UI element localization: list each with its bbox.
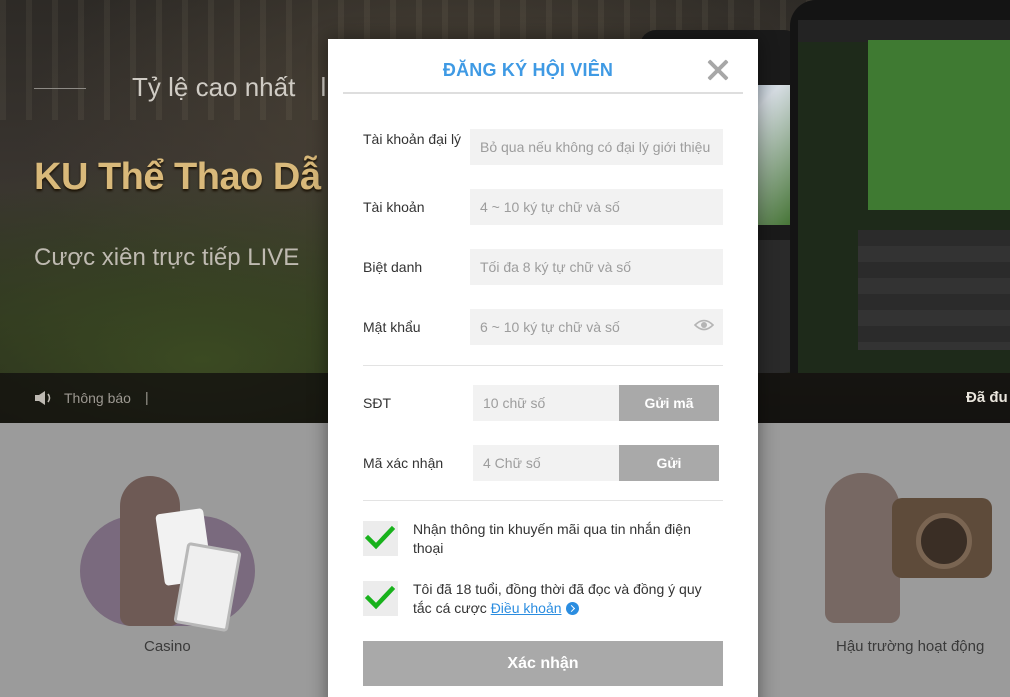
submit-button[interactable]: Xác nhận [363, 641, 723, 686]
hero-tagline-extra: l [320, 72, 327, 102]
code-label: Mã xác nhận [363, 455, 444, 471]
modal-title: ĐĂNG KÝ HỘI VIÊN [442, 60, 614, 80]
hero-tagline-text: Tỷ lệ cao nhất [132, 72, 296, 102]
account-label: Tài khoản [363, 199, 425, 215]
terms-checkbox[interactable] [363, 581, 398, 616]
nickname-input[interactable] [470, 249, 723, 285]
close-icon[interactable] [704, 57, 732, 85]
phone-mockup-front [790, 0, 1010, 373]
odds-rows [858, 230, 1010, 350]
category-label-backstage[interactable]: Hậu trường hoạt động [836, 638, 984, 655]
send-button[interactable]: Gửi [619, 445, 719, 481]
camera-lens [916, 513, 972, 569]
send-code-button[interactable]: Gửi mã [619, 385, 719, 421]
password-label: Mật khẩu [363, 319, 421, 335]
phone-header [798, 20, 1010, 42]
hero-divider [34, 88, 86, 89]
hero-subtitle: Cược xiên trực tiếp LIVE [34, 244, 300, 271]
section-divider [363, 500, 723, 501]
backstage-tile-art[interactable] [820, 468, 1000, 628]
title-divider [343, 92, 743, 94]
check-icon [365, 525, 395, 550]
terms-link[interactable]: Điều khoản [491, 600, 562, 616]
agent-input[interactable] [470, 129, 723, 165]
notice-separator: | [145, 389, 149, 405]
chevron-right-icon[interactable] [565, 602, 579, 615]
backstage-model-image [825, 473, 900, 623]
hero-tagline: Tỷ lệ cao nhất l [132, 72, 326, 103]
eye-icon[interactable] [694, 318, 714, 332]
password-input[interactable] [470, 309, 723, 345]
hero-title: KU Thể Thao Dẫ [34, 156, 321, 198]
agent-label: Tài khoản đại lý [363, 131, 462, 147]
phone-label: SĐT [363, 395, 391, 411]
check-icon [365, 585, 395, 610]
casino-tile-art[interactable] [80, 471, 260, 633]
nickname-label: Biệt danh [363, 259, 423, 275]
promo-checkbox[interactable] [363, 521, 398, 556]
speaker-icon [35, 391, 51, 405]
promo-text: Nhận thông tin khuyến mãi qua tin nhắn đ… [413, 521, 691, 556]
notice-label[interactable]: Thông báo [64, 390, 131, 406]
registration-modal: ĐĂNG KÝ HỘI VIÊN Tài khoản đại lý Tài kh… [328, 39, 758, 697]
phone-input[interactable] [473, 385, 619, 421]
pitch-graphic [868, 40, 1010, 210]
account-input[interactable] [470, 189, 723, 225]
code-input[interactable] [473, 445, 619, 481]
category-label-casino[interactable]: Casino [144, 638, 191, 655]
section-divider [363, 365, 723, 366]
notice-right-text: Đã đu [966, 389, 1008, 406]
terms-text: Tôi đã 18 tuổi, đồng thời đã đọc và đồng… [413, 580, 713, 618]
